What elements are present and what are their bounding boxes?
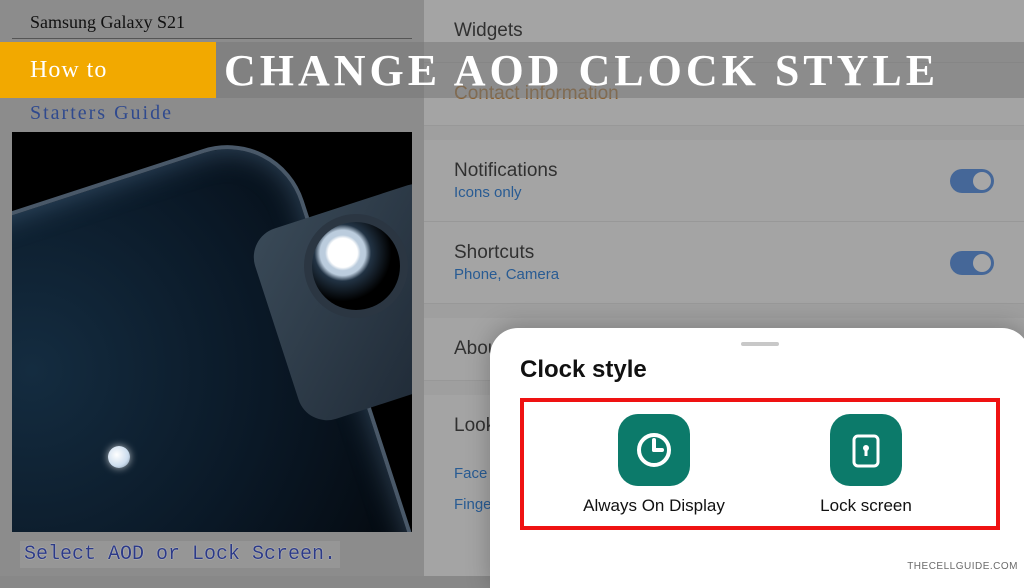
option-aod-label: Always On Display (564, 496, 744, 516)
sheet-title: Clock style (520, 356, 1000, 384)
row-notifications[interactable]: Notifications Icons only (424, 140, 1024, 222)
title-prefix: How to (30, 57, 107, 84)
title-prefix-band: How to (0, 42, 216, 98)
notifications-title: Notifications (454, 160, 558, 182)
option-lockscreen-label: Lock screen (776, 496, 956, 516)
step-caption: Select AOD or Lock Screen. (20, 541, 340, 568)
clock-icon (618, 414, 690, 486)
subtitle: Starters Guide (30, 102, 173, 125)
highlight-box: Always On Display Lock screen (520, 398, 1000, 530)
shortcuts-sub: Phone, Camera (454, 266, 559, 283)
device-name: Samsung Galaxy S21 (30, 12, 185, 33)
shortcuts-toggle[interactable] (950, 251, 994, 275)
separator (12, 38, 412, 39)
camera-lens-icon (312, 222, 400, 310)
sheet-handle[interactable] (741, 342, 779, 346)
shortcuts-title: Shortcuts (454, 242, 559, 264)
clock-style-sheet: Clock style Always On Display (490, 328, 1024, 588)
row-shortcuts[interactable]: Shortcuts Phone, Camera (424, 222, 1024, 304)
camera-flash-icon (108, 446, 130, 468)
widgets-title: Widgets (454, 20, 523, 42)
lock-icon (830, 414, 902, 486)
notifications-toggle[interactable] (950, 169, 994, 193)
notifications-sub: Icons only (454, 184, 558, 201)
watermark: THECELLGUIDE.COM (907, 561, 1018, 572)
phone-image (12, 132, 412, 532)
option-lockscreen[interactable]: Lock screen (776, 414, 956, 516)
option-aod[interactable]: Always On Display (564, 414, 744, 516)
title-main: CHANGE AOD CLOCK STYLE (224, 45, 939, 96)
title-main-band: CHANGE AOD CLOCK STYLE (216, 42, 1024, 98)
